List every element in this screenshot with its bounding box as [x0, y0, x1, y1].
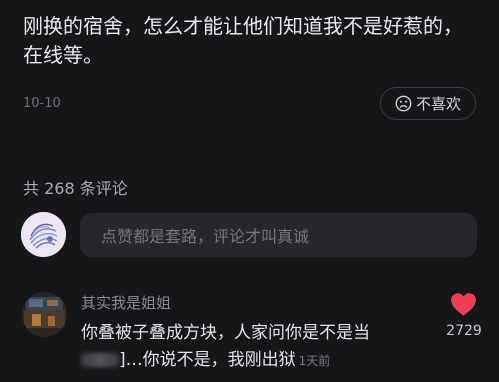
- comment-text-line2: ]…你说不是，我刚出狱: [119, 350, 296, 370]
- comment-text-line1: 你叠被子叠成方块，人家问你是不是当: [81, 323, 370, 343]
- post-text: 刚换的宿舍，怎么才能让他们知道我不是好惹的，在线等。: [23, 14, 463, 67]
- my-avatar[interactable]: [21, 212, 66, 257]
- post-date: 10-10: [23, 96, 61, 111]
- blurred-text: [81, 353, 119, 367]
- commenter-avatar[interactable]: [22, 292, 67, 337]
- comment-input-placeholder: 点赞都是套路，评论才叫真诚: [101, 227, 310, 246]
- heart-icon[interactable]: [450, 292, 477, 317]
- comment-input[interactable]: 点赞都是套路，评论才叫真诚: [80, 213, 477, 257]
- comment-screen: 刚换的宿舍，怎么才能让他们知道我不是好惹的，在线等。 10-10 不喜欢 共 2…: [0, 0, 499, 382]
- dislike-label: 不喜欢: [415, 95, 461, 113]
- dislike-button[interactable]: 不喜欢: [380, 87, 476, 120]
- like-count: 2729: [446, 323, 482, 339]
- comment-time: 1天前: [298, 354, 331, 368]
- commenter-name[interactable]: 其实我是姐姐: [81, 292, 171, 313]
- comment-count: 共 268 条评论: [23, 179, 128, 198]
- comment-text: 你叠被子叠成方块，人家问你是不是当 ]…你说不是，我刚出狱 1天前: [81, 320, 451, 375]
- frown-face-icon: [395, 95, 412, 112]
